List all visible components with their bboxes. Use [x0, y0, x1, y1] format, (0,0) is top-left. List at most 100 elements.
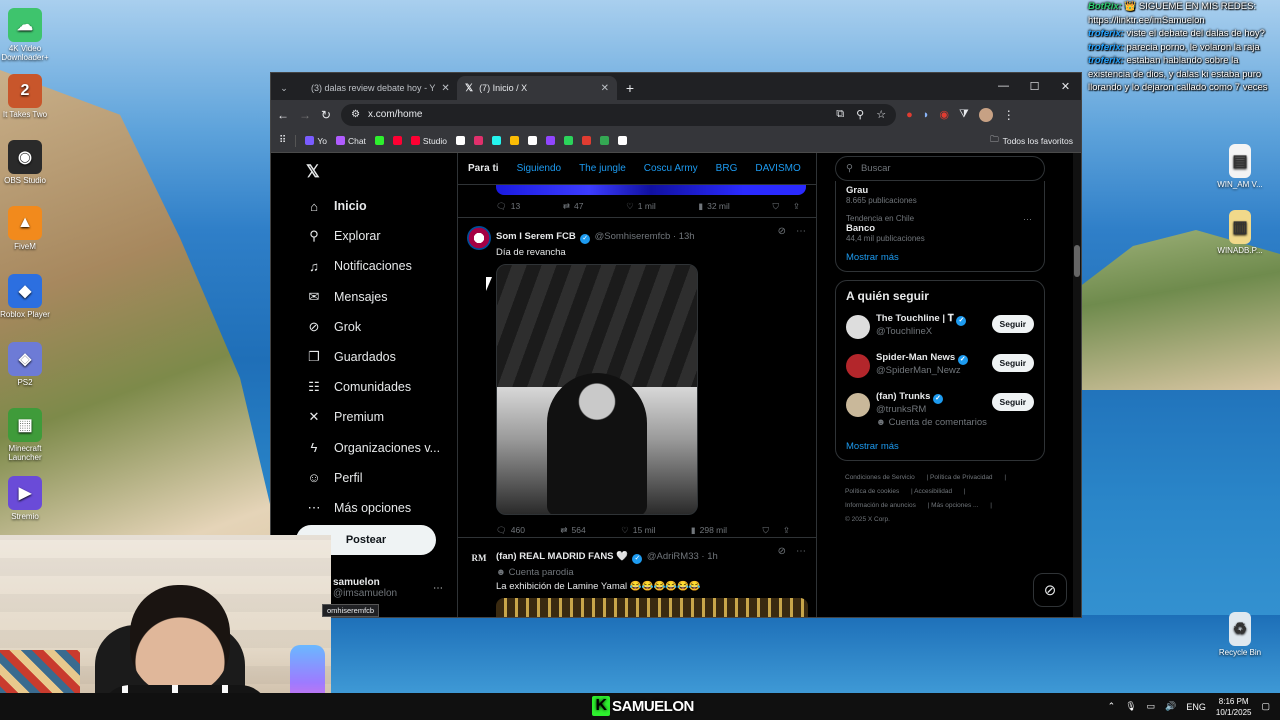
account-switcher[interactable]: samuelon @imsamuelon ⋯: [333, 577, 443, 599]
post[interactable]: RM (fan) REAL MADRID FANS 🤍 ✓ @AdriRM33 …: [458, 537, 816, 617]
share-icon[interactable]: ⇪: [793, 201, 800, 212]
show-more-follow[interactable]: Mostrar más: [846, 441, 1034, 452]
extension-icon[interactable]: ●: [906, 109, 913, 121]
notifications-icon[interactable]: ▢: [1261, 701, 1270, 712]
bookmark-item[interactable]: [474, 136, 484, 145]
star-icon[interactable]: ☆: [876, 108, 886, 121]
nav-item-inicio[interactable]: ⌂ Inicio: [296, 191, 456, 221]
reply-button[interactable]: 🗨 460: [496, 525, 525, 536]
site-info-icon[interactable]: ⚙: [351, 109, 360, 120]
forward-icon[interactable]: →: [299, 108, 311, 122]
mic-icon[interactable]: 🎙: [1125, 701, 1136, 712]
reply-button[interactable]: 🗨 13: [496, 201, 520, 212]
desktop-icon[interactable]: ▥ WINADB.P...: [1210, 210, 1270, 255]
bookmark-item[interactable]: [600, 136, 610, 145]
follow-button[interactable]: Seguir: [991, 354, 1034, 372]
bookmark-item[interactable]: [374, 136, 384, 145]
address-bar[interactable]: ⚙ x.com/home ⧉ ⚲ ☆: [341, 103, 897, 126]
views-button[interactable]: ▮ 32 mil: [698, 201, 729, 212]
desktop-icon[interactable]: ▦ Minecraft Launcher: [0, 408, 55, 462]
follow-suggestion[interactable]: (fan) Trunks ✓ @trunksRM ☻ Cuenta de comen…: [846, 391, 1034, 441]
repost-button[interactable]: ⇄ 47: [563, 201, 584, 212]
post-author-handle[interactable]: @AdriRM33 · 1h: [647, 551, 718, 562]
follow-button[interactable]: Seguir: [991, 315, 1034, 333]
footer-link[interactable]: Política de cookies: [845, 488, 899, 495]
network-icon[interactable]: ▭: [1147, 701, 1156, 712]
post-author-name[interactable]: (fan) REAL MADRID FANS 🤍: [496, 551, 628, 562]
avatar[interactable]: [846, 315, 870, 339]
nav-item-mensajes[interactable]: ✉ Mensajes: [296, 282, 456, 312]
like-button[interactable]: ♡ 1 mil: [626, 201, 656, 212]
post-author-handle[interactable]: @Somhiseremfcb · 13h: [595, 231, 695, 242]
bookmark-item[interactable]: Chat: [335, 136, 366, 146]
footer-link[interactable]: Política de Privacidad: [930, 474, 993, 481]
x-logo-icon[interactable]: 𝕏: [296, 153, 456, 191]
bookmark-button[interactable]: ⛉ ⇪: [772, 201, 800, 212]
lang-indicator[interactable]: ENG: [1186, 702, 1206, 712]
close-tab-icon[interactable]: ✕: [441, 83, 449, 94]
desktop-icon[interactable]: ▤ WIN_AM V...: [1210, 144, 1270, 189]
desktop-icon[interactable]: ☁ 4K Video Downloader+: [0, 8, 55, 62]
desktop-icon[interactable]: ▶ Stremio: [0, 476, 55, 521]
follow-button[interactable]: Seguir: [991, 393, 1034, 411]
bookmark-item[interactable]: [456, 136, 466, 145]
post-author-name[interactable]: Som I Serem FCB: [496, 231, 576, 242]
avatar[interactable]: [467, 226, 491, 250]
search-input[interactable]: ⚲ Buscar: [835, 156, 1045, 181]
feed-tab[interactable]: BRG: [716, 163, 738, 174]
new-tab-button[interactable]: +: [617, 76, 643, 100]
nav-item-organizaciones[interactable]: ϟ Organizaciones v...: [296, 433, 456, 463]
nav-item-más[interactable]: ⋯ Más opciones: [296, 493, 456, 523]
more-icon[interactable]: ⋯: [796, 226, 806, 237]
tab-x-home[interactable]: 𝕏 (7) Inicio / X ✕: [457, 76, 617, 100]
avatar[interactable]: [846, 354, 870, 378]
scrollbar-thumb[interactable]: [1074, 245, 1080, 277]
bookmark-item[interactable]: [564, 136, 574, 145]
footer-link[interactable]: Información de anuncios: [845, 502, 916, 509]
nav-item-explorar[interactable]: ⚲ Explorar: [296, 221, 456, 251]
views-button[interactable]: ▮ 298 mil: [691, 525, 727, 536]
bookmark-item[interactable]: Yo: [305, 136, 327, 146]
avatar[interactable]: RM: [467, 546, 491, 570]
close-tab-icon[interactable]: ✕: [601, 83, 609, 94]
show-more-trends[interactable]: Mostrar más: [846, 252, 1034, 263]
nav-item-notificaciones[interactable]: ♫ Notificaciones: [296, 251, 456, 281]
follow-suggestion[interactable]: Spider-Man News ✓ @SpiderMan_Newz Seguir: [846, 352, 1034, 391]
bookmark-item[interactable]: [546, 136, 556, 145]
desktop-icon[interactable]: ♻ Recycle Bin: [1210, 612, 1270, 657]
feed-tab[interactable]: The jungle: [579, 163, 626, 174]
apps-grid-icon[interactable]: ⠿: [279, 135, 286, 146]
maximize-icon[interactable]: ☐: [1019, 73, 1050, 99]
bookmark-item[interactable]: [510, 136, 520, 145]
reload-icon[interactable]: ↻: [321, 108, 331, 122]
extensions-icon[interactable]: ⧩: [959, 108, 969, 121]
post-video[interactable]: [496, 598, 808, 617]
repost-button[interactable]: ⇄ 564: [560, 525, 585, 536]
feed-tab[interactable]: Coscu Army: [644, 163, 698, 174]
bookmark-item[interactable]: [392, 136, 402, 145]
minimize-icon[interactable]: —: [988, 73, 1019, 99]
audio-extension-icon[interactable]: ◗: [923, 109, 930, 121]
nav-item-comunidades[interactable]: ☷ Comunidades: [296, 372, 456, 402]
footer-link[interactable]: Accesibilidad: [914, 488, 952, 495]
back-icon[interactable]: ←: [277, 108, 289, 122]
like-button[interactable]: ♡ 15 mil: [621, 525, 655, 536]
desktop-icon[interactable]: ▲ FiveM: [0, 206, 55, 251]
tray-chevron-icon[interactable]: ⌃: [1108, 701, 1116, 712]
zoom-icon[interactable]: ⚲: [856, 108, 864, 121]
account-more-icon[interactable]: ⋯: [433, 583, 443, 594]
grok-icon[interactable]: ⊘: [778, 226, 786, 237]
grok-float-button[interactable]: ⊘: [1033, 573, 1067, 607]
footer-link[interactable]: Más opciones ...: [931, 502, 978, 509]
install-app-icon[interactable]: ⧉: [836, 108, 844, 121]
bookmark-item[interactable]: [582, 136, 592, 145]
bookmark-item[interactable]: Studio: [410, 136, 447, 146]
nav-item-premium[interactable]: ✕ Premium: [296, 402, 456, 432]
all-bookmarks[interactable]: 🗀 Todos los favoritos: [990, 134, 1073, 148]
desktop-icon[interactable]: ◆ Roblox Player: [0, 274, 55, 319]
share-icon[interactable]: ⇪: [783, 525, 790, 536]
desktop-icon[interactable]: 2 It Takes Two: [0, 74, 55, 119]
scrollbar[interactable]: [1073, 153, 1081, 617]
more-icon[interactable]: ⋯: [1023, 214, 1032, 225]
bookmark-button[interactable]: ⛉ ⇪: [762, 525, 790, 536]
